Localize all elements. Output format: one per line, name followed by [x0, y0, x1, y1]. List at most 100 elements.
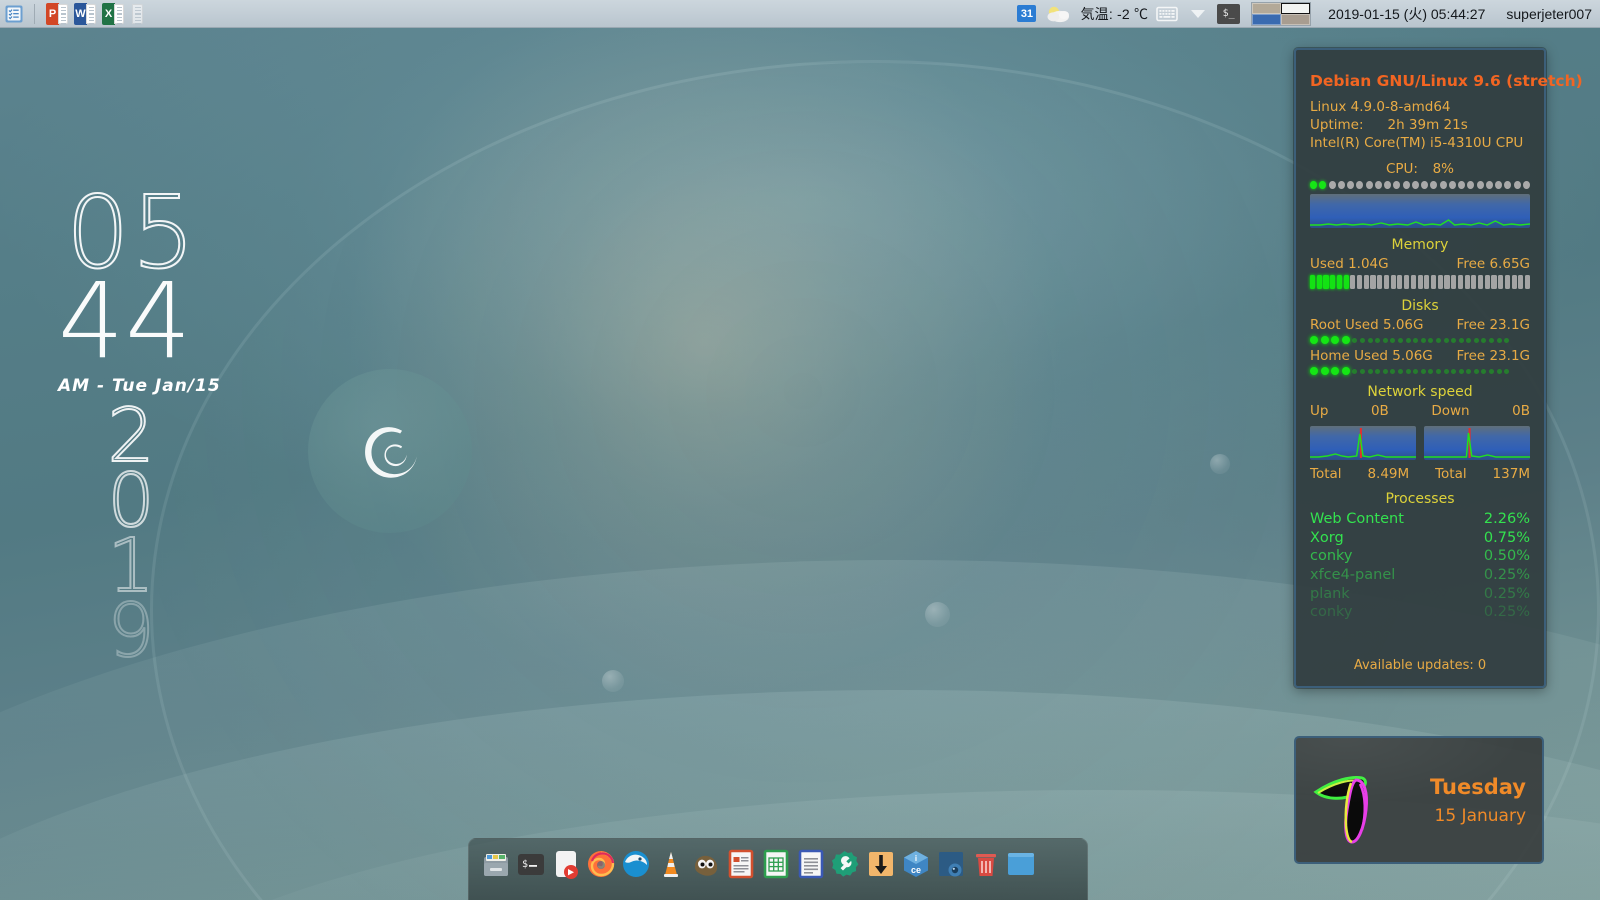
uptime-label: Uptime:	[1310, 117, 1364, 133]
root-disk-dot	[1466, 337, 1472, 343]
document-icon	[132, 3, 143, 25]
memory-free: Free 6.65G	[1456, 256, 1530, 273]
system-tray: 31 気温: -2 ℃ $_ 2019-01-15 (火) 05:44:27 s…	[1017, 1, 1600, 26]
cpu-led	[1476, 181, 1484, 190]
username-label[interactable]: superjeter007	[1506, 6, 1592, 22]
process-cpu: 0.25%	[1483, 585, 1530, 602]
dock-item-trash[interactable]	[971, 849, 1001, 879]
home-used: Home Used 5.06G	[1310, 348, 1433, 365]
dock-item-screenshot-tool[interactable]	[936, 849, 966, 879]
dock-item-libreoffice-calc[interactable]	[761, 849, 791, 879]
dock-item-ice-browser[interactable]: i ce	[901, 849, 931, 879]
keyboard-icon[interactable]	[1155, 3, 1179, 25]
process-cpu: 0.75%	[1483, 529, 1530, 546]
home-disk-dot	[1435, 368, 1441, 374]
cpu-led	[1439, 181, 1447, 190]
process-cpu: 0.25%	[1483, 567, 1530, 584]
memory-brick	[1511, 275, 1517, 290]
dock-item-settings-manager[interactable]	[831, 849, 861, 879]
home-disk-dot	[1443, 368, 1449, 374]
dock-item-window-preview[interactable]	[1006, 849, 1036, 879]
memory-used: Used 1.04G	[1310, 256, 1389, 273]
cpu-led	[1337, 181, 1345, 190]
launcher-word[interactable]: W	[74, 2, 96, 25]
memory-brick	[1471, 275, 1477, 290]
workspace-4[interactable]	[1281, 13, 1311, 25]
root-disk-dot	[1451, 337, 1457, 343]
wallpaper-bubble	[925, 602, 950, 627]
abstract-neon-clock-icon	[1313, 776, 1368, 844]
home-disk-dot	[1320, 367, 1329, 376]
dock-item-terminal[interactable]: $	[516, 849, 546, 879]
partly-cloudy-icon[interactable]	[1043, 4, 1073, 24]
launcher-excel[interactable]: X	[102, 2, 124, 25]
calendar-icon[interactable]: 31	[1017, 5, 1037, 22]
workspace-3[interactable]	[1252, 13, 1282, 25]
memory-brick	[1457, 275, 1463, 290]
net-down-total-value: 137M	[1492, 466, 1530, 483]
home-disk-dot	[1397, 368, 1403, 374]
dock-item-downloads[interactable]	[866, 849, 896, 879]
launcher-extra[interactable]	[130, 3, 152, 25]
cpu-led	[1448, 181, 1456, 190]
home-disk-dot	[1375, 368, 1381, 374]
chevron-down-icon[interactable]	[1186, 3, 1210, 25]
workspace-switcher[interactable]	[1251, 1, 1312, 26]
process-name: plank	[1310, 585, 1350, 602]
process-name: conky	[1310, 548, 1353, 565]
launcher-powerpoint[interactable]: P	[46, 2, 68, 25]
process-name: conky	[1310, 604, 1353, 621]
memory-brick	[1504, 275, 1510, 290]
workspace-2[interactable]	[1281, 2, 1311, 14]
svg-text:i: i	[915, 854, 917, 863]
kernel-version: Linux 4.9.0-8-amd64	[1310, 99, 1451, 115]
home-disk-row: Home Used 5.06G Free 23.1G	[1310, 348, 1530, 364]
root-disk-meter	[1310, 336, 1530, 345]
applications-menu-icon[interactable]	[1, 2, 27, 26]
dock-item-firefox[interactable]	[586, 849, 616, 879]
home-disk-dot	[1367, 368, 1373, 374]
memory-heading: Memory	[1391, 237, 1449, 254]
clock-datetime[interactable]: 2019-01-15 (火) 05:44:27	[1328, 4, 1485, 24]
word-page	[86, 3, 96, 25]
process-row: conky 0.25%	[1310, 603, 1530, 622]
dock-item-gimp[interactable]	[691, 849, 721, 879]
workspace-1[interactable]	[1252, 2, 1282, 14]
root-disk-dot	[1367, 337, 1373, 343]
memory-row: Used 1.04G Free 6.65G	[1310, 256, 1530, 272]
dock-item-file-manager[interactable]	[481, 849, 511, 879]
cpu-led	[1430, 181, 1438, 190]
memory-brick	[1477, 275, 1484, 290]
memory-brick	[1363, 275, 1369, 290]
cpu-led	[1356, 181, 1364, 190]
dock-item-libreoffice-writer[interactable]	[796, 849, 826, 879]
dock-item-media-player[interactable]	[551, 849, 581, 879]
root-disk-dot	[1352, 337, 1358, 343]
process-name: Xorg	[1310, 529, 1344, 546]
terminal-icon[interactable]: $_	[1217, 3, 1241, 24]
cpu-led	[1495, 181, 1503, 190]
memory-brick	[1377, 275, 1383, 290]
dock-item-libreoffice-impress[interactable]	[726, 849, 756, 879]
cpu-led-meter	[1310, 181, 1530, 190]
application-dock: $ i ce	[468, 838, 1088, 900]
network-speed-row: Up 0B Down 0B	[1310, 403, 1530, 419]
network-graphs	[1310, 422, 1530, 463]
root-disk-dot	[1390, 337, 1396, 343]
dock-item-thunderbird[interactable]	[621, 849, 651, 879]
powerpoint-page	[58, 3, 68, 25]
cpu-led	[1384, 181, 1392, 190]
root-disk-dot	[1397, 337, 1403, 343]
available-updates: Available updates: 0	[1353, 657, 1487, 673]
memory-brick	[1310, 275, 1316, 290]
dock-item-vlc[interactable]	[656, 849, 686, 879]
memory-brick	[1410, 275, 1416, 290]
cpu-model: Intel(R) Core(TM) i5-4310U CPU	[1310, 135, 1524, 151]
root-disk-dot	[1489, 337, 1495, 343]
memory-brick	[1437, 275, 1443, 290]
cpu-led	[1458, 181, 1466, 190]
memory-brick	[1525, 275, 1531, 290]
cpu-led	[1328, 181, 1336, 190]
memory-brick	[1430, 275, 1437, 290]
root-disk-dot	[1504, 337, 1510, 343]
